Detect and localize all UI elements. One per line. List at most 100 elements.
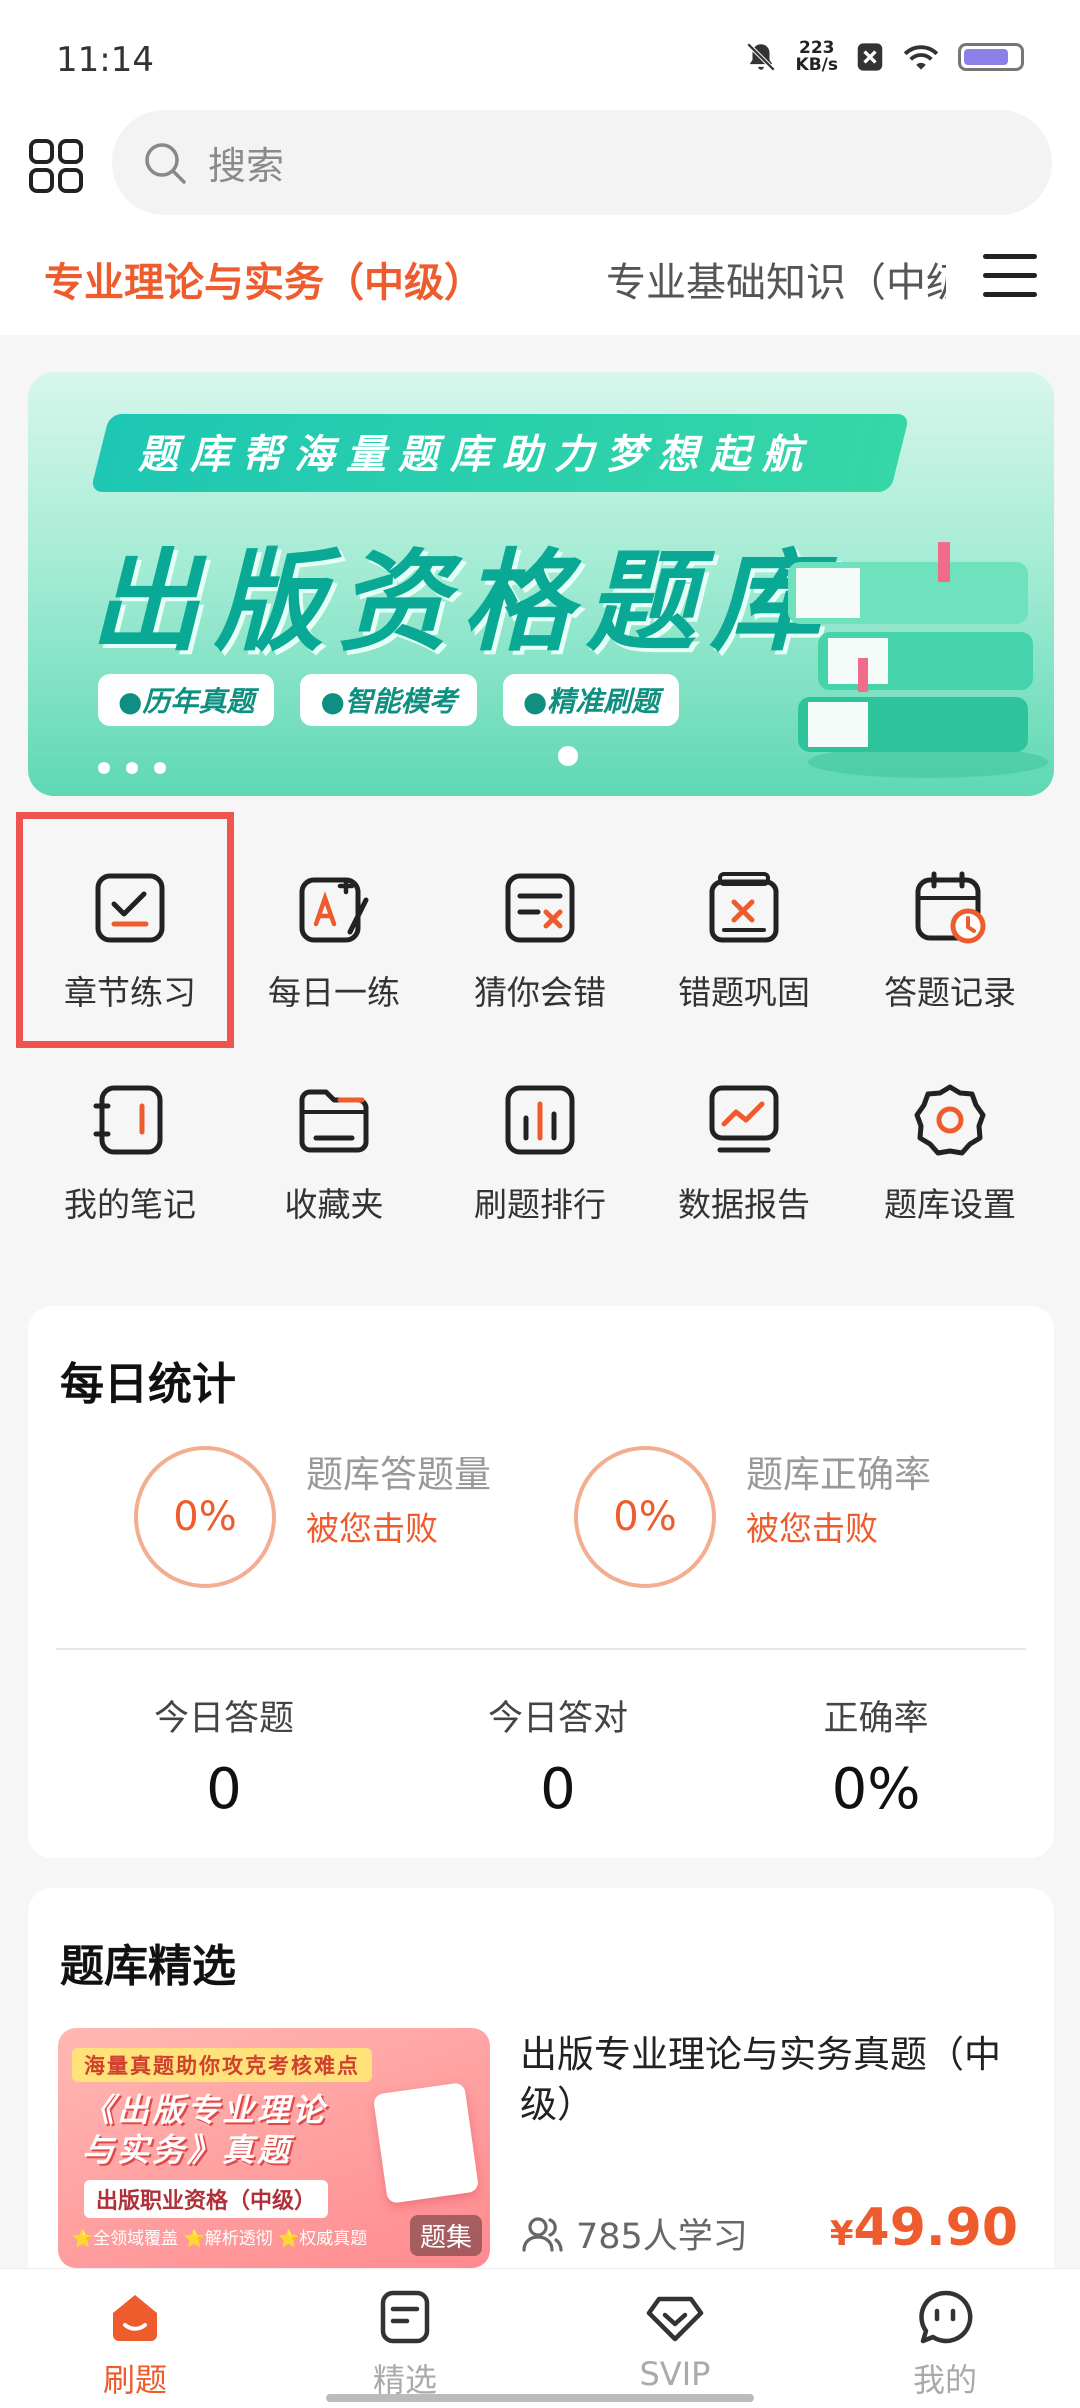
volume-sub: 被您击败: [306, 1509, 438, 1548]
banner-pager: [98, 762, 166, 774]
today-correct: 今日答对 0: [408, 1690, 708, 1822]
accuracy-label: 题库正确率: [746, 1453, 931, 1496]
func-settings[interactable]: 题库设置: [848, 1028, 1052, 1228]
tab-subject-basics[interactable]: 专业基础知识（中级）: [606, 250, 946, 308]
status-time: 11:14: [56, 40, 154, 80]
banner-tag: ●智能模考: [300, 674, 477, 726]
func-wrong-review[interactable]: 错题巩固: [642, 816, 846, 1016]
subject-tabs: 专业理论与实务（中级） 专业基础知识（中级）: [0, 250, 1080, 330]
thumb-badge: 题集: [409, 2215, 482, 2256]
price-value: 49.90: [853, 2198, 1018, 2258]
today-label: 正确率: [823, 1699, 929, 1739]
net-speed-unit: KB/s: [795, 55, 838, 75]
search-icon: [145, 142, 186, 184]
banner-tag: ●精准刷题: [502, 674, 680, 726]
accuracy-sub: 被您击败: [746, 1509, 878, 1548]
nav-label: 刷题: [102, 2361, 167, 2399]
func-guess-wrong[interactable]: 猜你会错: [438, 816, 642, 1016]
search-input[interactable]: 搜索: [208, 135, 284, 190]
func-report[interactable]: 数据报告: [642, 1028, 846, 1228]
func-answer-record[interactable]: 答题记录: [848, 816, 1052, 1016]
banner-tag: ●历年真题: [98, 674, 275, 726]
mute-bell-icon: [746, 42, 775, 72]
books-illustration: [788, 542, 1048, 778]
wrong-review-icon: [709, 872, 779, 943]
nav-label: SVIP: [639, 2355, 711, 2393]
bottom-nav: 刷题 精选 SVIP 我的: [0, 2268, 1080, 2408]
battery-level: [964, 49, 1008, 65]
users-icon: [522, 2216, 563, 2252]
selection-card: 题库精选 海量真题助你攻克考核难点 《出版专业理论 与实务》真题 出版职业资格（…: [28, 1888, 1054, 2288]
sim-off-icon: [857, 43, 883, 71]
menu-icon[interactable]: [983, 254, 1037, 302]
answer-record-icon: [915, 871, 986, 944]
top-bar: 搜索 专业理论与实务（中级） 专业基础知识（中级）: [0, 110, 1080, 335]
func-label: 每日一练: [268, 973, 400, 1012]
today-value: 0%: [831, 1757, 921, 1822]
settings-icon: [914, 1084, 986, 1156]
nav-label: 我的: [912, 2361, 977, 2399]
status-bar: 11:14 223 KB/s: [0, 0, 1080, 110]
highlight-box: [16, 812, 234, 1048]
banner-ribbon-text: 题库帮海量题库助力梦想起航: [138, 432, 814, 478]
func-label: 收藏夹: [284, 1185, 384, 1224]
func-ranking[interactable]: 刷题排行: [438, 1028, 642, 1228]
apps-grid-icon[interactable]: [28, 138, 84, 194]
func-label: 数据报告: [678, 1185, 810, 1224]
daily-practice-icon: [299, 877, 369, 943]
document-illustration: [372, 2082, 480, 2204]
profile-chat-icon: [919, 2290, 973, 2344]
tab-subject-practice[interactable]: 专业理论与实务（中级）: [44, 250, 484, 308]
thumb-top-text: 海量真题助你攻克考核难点: [72, 2048, 372, 2082]
thumb-title-line: 《出版专业理论: [82, 2091, 328, 2129]
learner-count: 785人学习: [520, 2208, 748, 2259]
folder-icon: [299, 1089, 369, 1153]
banner-tags: ●历年真题 ●智能模考 ●精准刷题: [98, 674, 680, 726]
search-bar[interactable]: 搜索: [112, 110, 1052, 215]
today-value: 0: [540, 1757, 576, 1822]
net-speed: 223 KB/s: [796, 40, 838, 74]
promo-banner[interactable]: 题库帮海量题库助力梦想起航 出版资格题库 ●历年真题 ●智能模考 ●精准刷题: [28, 372, 1054, 796]
thumb-title-line: 与实务》真题: [82, 2131, 293, 2169]
func-label: 答题记录: [884, 973, 1016, 1012]
price-symbol: ¥: [829, 2214, 854, 2254]
home-icon: [113, 2295, 157, 2341]
ranking-icon: [505, 1085, 575, 1155]
nav-practice[interactable]: 刷题: [0, 2269, 270, 2408]
today-accuracy: 正确率 0%: [726, 1690, 1026, 1822]
func-notes[interactable]: 我的笔记: [28, 1028, 232, 1228]
home-indicator[interactable]: [326, 2394, 754, 2402]
thumb-level: 出版职业资格（中级）: [84, 2180, 329, 2218]
product-thumbnail[interactable]: 海量真题助你攻克考核难点 《出版专业理论 与实务》真题 出版职业资格（中级） ⭐…: [58, 2028, 490, 2268]
thumb-features: ⭐全领域覆盖 ⭐解析透彻 ⭐权威真题: [72, 2229, 368, 2249]
diamond-icon: [646, 2296, 704, 2342]
daily-stats-card: 每日统计 0% 题库答题量 被您击败 0% 题库正确率 被您击败 今日答题 0 …: [28, 1306, 1054, 1858]
product-title[interactable]: 出版专业理论与实务真题（中级）: [520, 2030, 1030, 2130]
wifi-icon: [903, 45, 939, 70]
today-value: 0: [206, 1757, 242, 1822]
banner-pager-active: [558, 746, 578, 766]
nav-profile[interactable]: 我的: [810, 2269, 1080, 2408]
func-folder[interactable]: 收藏夹: [232, 1028, 436, 1228]
func-label: 刷题排行: [474, 1185, 606, 1224]
nav-svip[interactable]: SVIP: [540, 2269, 810, 2408]
today-answered: 今日答题 0: [74, 1690, 374, 1822]
accuracy-ring: 0%: [574, 1446, 716, 1588]
func-daily-practice[interactable]: 每日一练: [232, 816, 436, 1016]
func-label: 我的笔记: [64, 1185, 196, 1224]
today-label: 今日答题: [153, 1699, 294, 1739]
notes-icon: [93, 1085, 163, 1155]
divider: [56, 1648, 1026, 1650]
learner-count-text: 785人学习: [576, 2217, 748, 2257]
report-icon: [709, 1085, 779, 1153]
func-label: 错题巩固: [678, 973, 810, 1012]
func-label: 题库设置: [884, 1185, 1016, 1224]
banner-title: 出版资格题库: [90, 538, 834, 666]
status-icons: 223 KB/s: [744, 40, 1024, 74]
today-label: 今日答对: [487, 1699, 628, 1739]
volume-ring: 0%: [134, 1446, 276, 1588]
price: ¥49.90: [830, 2198, 1018, 2258]
nav-featured[interactable]: 精选: [270, 2269, 540, 2408]
featured-doc-icon: [380, 2290, 430, 2344]
battery-icon: [958, 43, 1024, 71]
